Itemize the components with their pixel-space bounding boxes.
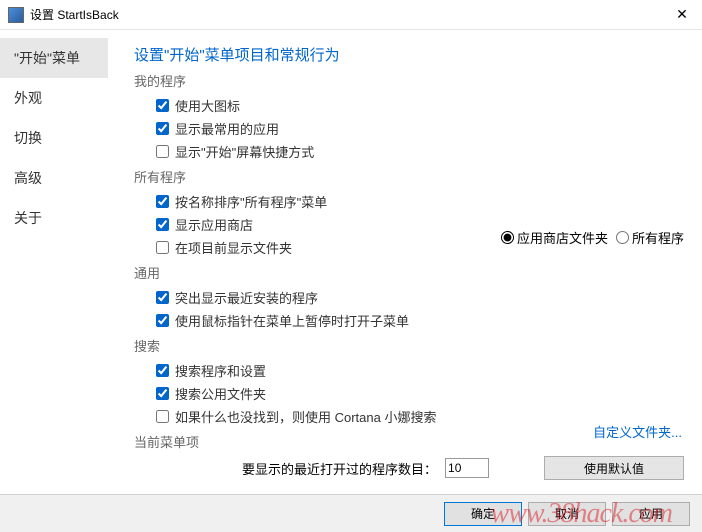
general-label-1: 使用鼠标指针在菜单上暂停时打开子菜单: [175, 311, 409, 330]
allprog-label-0: 按名称排序"所有程序"菜单: [175, 192, 327, 211]
search-checkbox-1[interactable]: [156, 387, 169, 400]
myprog-checkbox-1[interactable]: [156, 122, 169, 135]
section-general: 通用: [134, 263, 684, 282]
allprog-checkbox-1[interactable]: [156, 218, 169, 231]
recent-count-input[interactable]: [445, 458, 489, 478]
search-label-0: 搜索程序和设置: [175, 361, 266, 380]
myprog-checkbox-2[interactable]: [156, 145, 169, 158]
ok-button[interactable]: 确定: [444, 502, 522, 526]
sidebar-item-1[interactable]: 外观: [0, 78, 108, 118]
myprog-label-0: 使用大图标: [175, 96, 240, 115]
myprog-checkbox-0[interactable]: [156, 99, 169, 112]
allprog-label-2: 在项目前显示文件夹: [175, 238, 292, 257]
customize-folders-link[interactable]: 自定义文件夹...: [593, 422, 682, 441]
sidebar-item-2[interactable]: 切换: [0, 118, 108, 158]
general-checkbox-1[interactable]: [156, 314, 169, 327]
myprog-row-0: 使用大图标: [134, 94, 684, 117]
myprog-label-1: 显示最常用的应用: [175, 119, 279, 138]
page-title: 设置"开始"菜单项目和常规行为: [134, 44, 684, 65]
search-checkbox-0[interactable]: [156, 364, 169, 377]
search-row-0: 搜索程序和设置: [134, 359, 684, 382]
general-checkbox-0[interactable]: [156, 291, 169, 304]
search-label-1: 搜索公用文件夹: [175, 384, 266, 403]
general-row-0: 突出显示最近安装的程序: [134, 286, 684, 309]
dialog-footer: 确定 取消 应用: [0, 494, 702, 532]
section-all-programs: 所有程序: [134, 167, 684, 186]
sidebar-item-4[interactable]: 关于: [0, 198, 108, 238]
allprog-checkbox-0[interactable]: [156, 195, 169, 208]
app-icon: [8, 7, 24, 23]
sidebar: "开始"菜单外观切换高级关于: [0, 30, 108, 494]
close-icon[interactable]: ✕: [670, 6, 694, 23]
allprog-checkbox-2[interactable]: [156, 241, 169, 254]
general-row-1: 使用鼠标指针在菜单上暂停时打开子菜单: [134, 309, 684, 332]
search-label-2: 如果什么也没找到，则使用 Cortana 小娜搜索: [175, 407, 436, 426]
radio-app-store-folder[interactable]: 应用商店文件夹: [501, 228, 608, 247]
radio-all-programs[interactable]: 所有程序: [616, 228, 684, 247]
search-checkbox-2[interactable]: [156, 410, 169, 423]
apply-button[interactable]: 应用: [612, 502, 690, 526]
allprog-label-1: 显示应用商店: [175, 215, 253, 234]
sidebar-item-3[interactable]: 高级: [0, 158, 108, 198]
allprog-row-0: 按名称排序"所有程序"菜单: [134, 190, 684, 213]
myprog-row-2: 显示"开始"屏幕快捷方式: [134, 140, 684, 163]
myprog-row-1: 显示最常用的应用: [134, 117, 684, 140]
section-my-programs: 我的程序: [134, 71, 684, 90]
myprog-label-2: 显示"开始"屏幕快捷方式: [175, 142, 314, 161]
section-search: 搜索: [134, 336, 684, 355]
content-pane: 设置"开始"菜单项目和常规行为 我的程序 使用大图标显示最常用的应用显示"开始"…: [108, 30, 702, 494]
sidebar-item-0[interactable]: "开始"菜单: [0, 38, 108, 78]
window-title: 设置 StartIsBack: [30, 6, 670, 23]
use-defaults-button[interactable]: 使用默认值: [544, 456, 684, 480]
cancel-button[interactable]: 取消: [528, 502, 606, 526]
app-store-radio-group: 应用商店文件夹 所有程序: [501, 228, 684, 247]
titlebar: 设置 StartIsBack ✕: [0, 0, 702, 30]
recent-count-label: 要显示的最近打开过的程序数目：: [242, 459, 437, 478]
general-label-0: 突出显示最近安装的程序: [175, 288, 318, 307]
search-row-1: 搜索公用文件夹: [134, 382, 684, 405]
